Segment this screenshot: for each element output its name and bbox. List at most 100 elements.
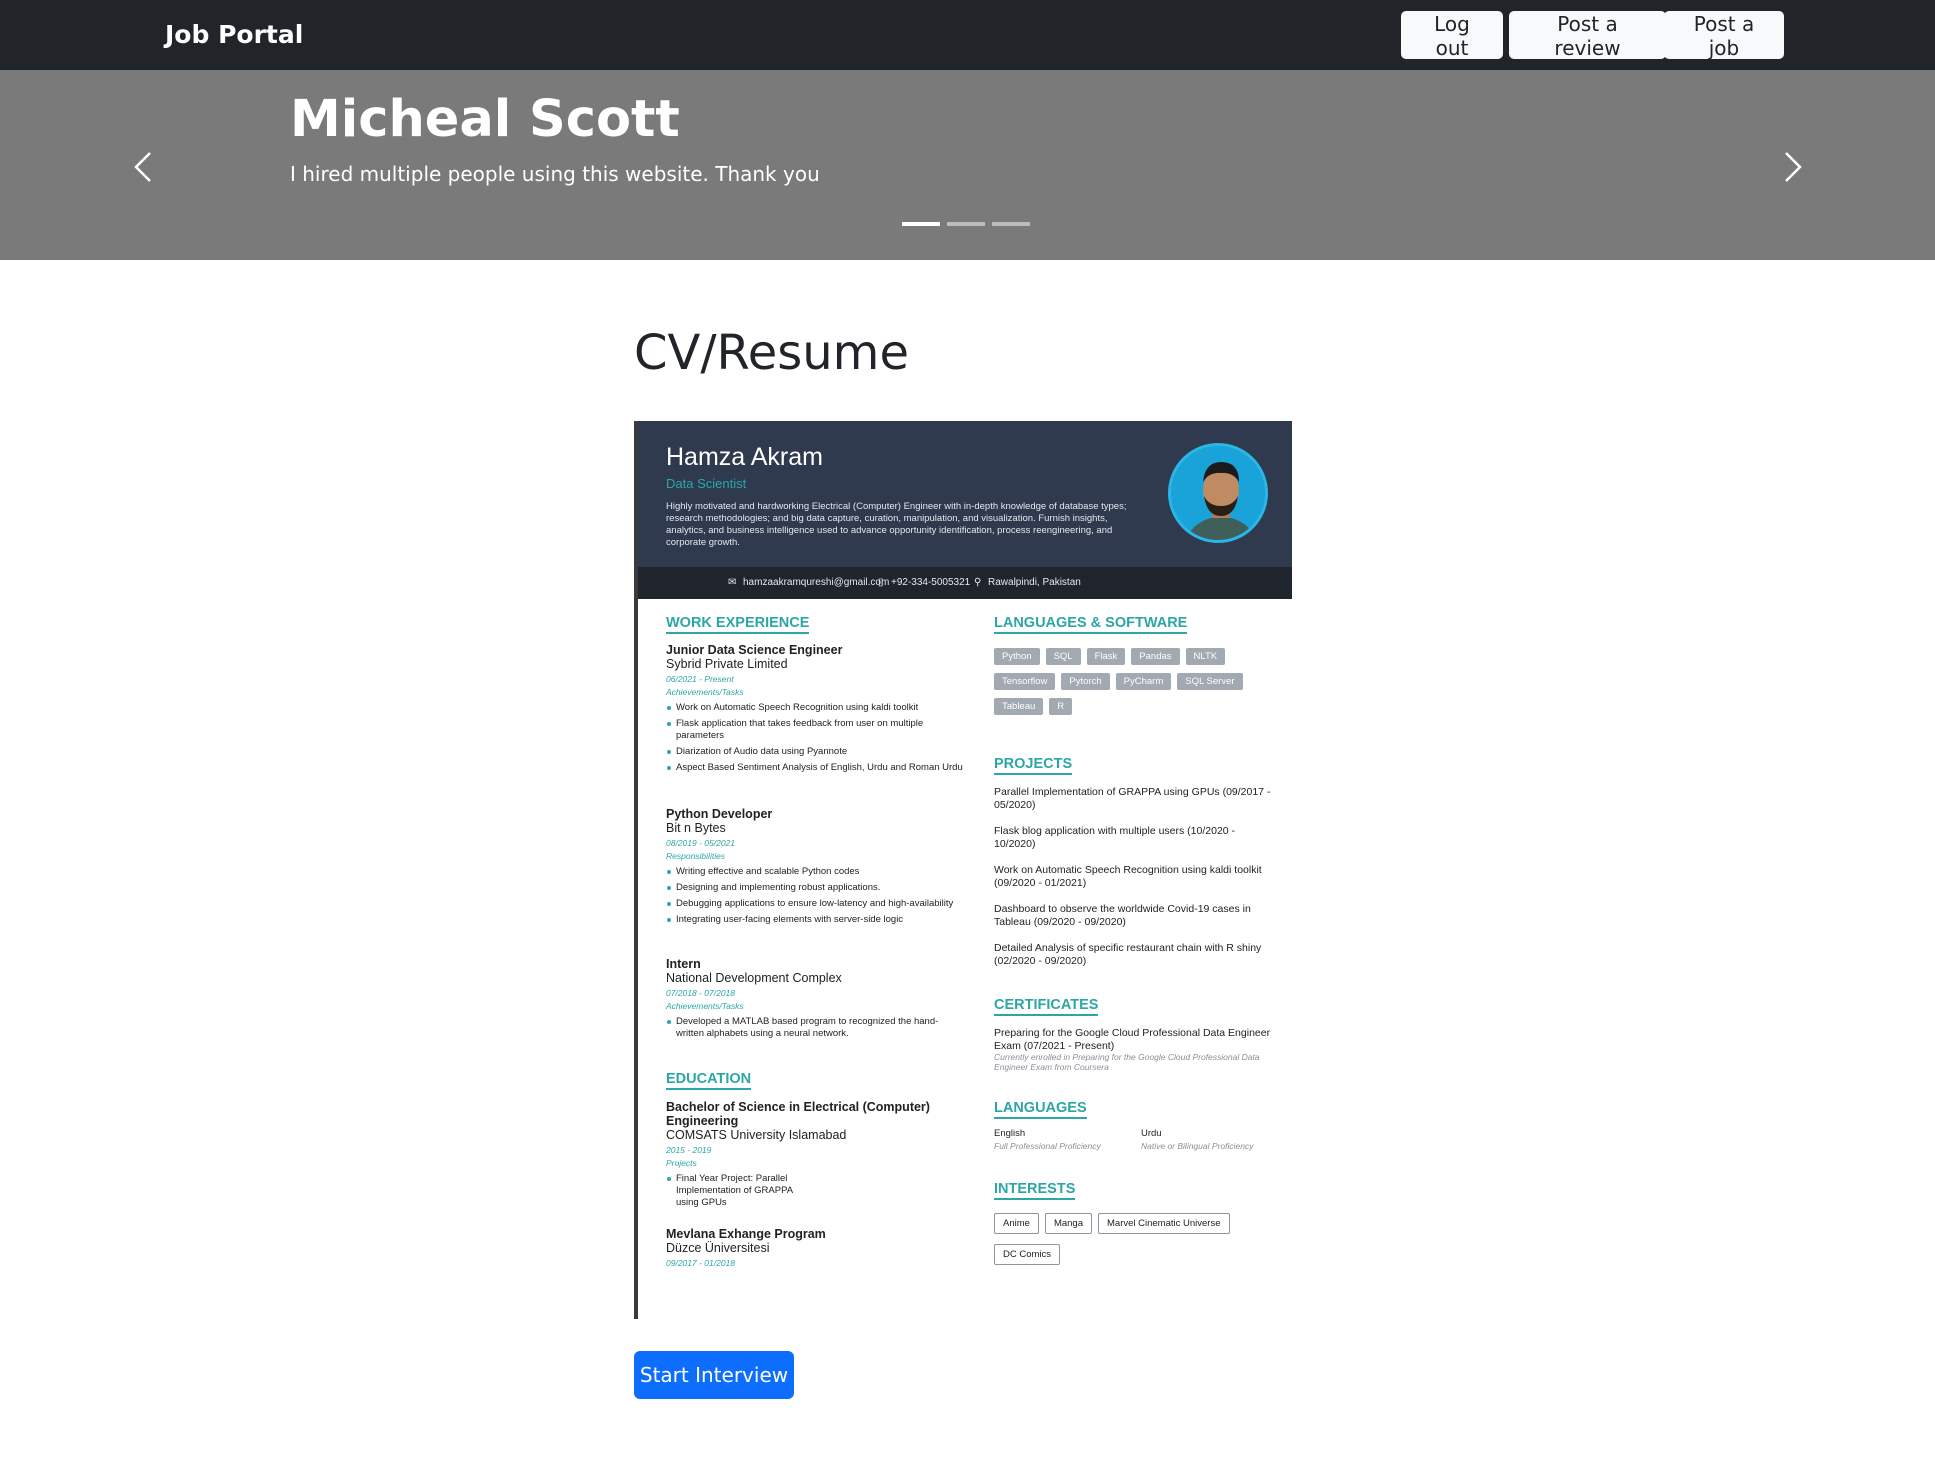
interest-tag: Anime <box>994 1213 1039 1234</box>
education-item: Mevlana Exhange Program Düzce Üniversite… <box>666 1227 966 1270</box>
job-bullet: Work on Automatic Speech Recognition usi… <box>666 702 966 714</box>
skill-tag: Tensorflow <box>994 673 1056 690</box>
carousel-indicator[interactable] <box>947 222 985 226</box>
interest-tag: Manga <box>1044 1213 1092 1234</box>
interest-tag: Marvel Cinematic Universe <box>1098 1213 1230 1234</box>
job-bullet: Integrating user-facing elements with se… <box>666 914 966 926</box>
skills-list: Python SQL Flask Pandas NLTK Tensorflow … <box>994 648 1274 715</box>
resume-image: Hamza Akram Data Scientist Highly motiva… <box>634 421 1292 1319</box>
section-projects: PROJECTS <box>994 756 1073 775</box>
chevron-right-icon[interactable] <box>1770 147 1810 187</box>
section-work-experience: WORK EXPERIENCE <box>666 615 810 634</box>
language-item: English Full Professional Proficiency <box>994 1128 1124 1151</box>
project-item: Flask blog application with multiple use… <box>994 825 1236 850</box>
section-certificates: CERTIFICATES <box>994 997 1099 1016</box>
education-item: Bachelor of Science in Electrical (Compu… <box>666 1100 966 1209</box>
job-title: Intern <box>666 957 701 971</box>
job-bullet: Flask application that takes feedback fr… <box>666 718 966 742</box>
job-bullet: Designing and implementing robust applic… <box>666 882 966 894</box>
section-interests: INTERESTS <box>994 1181 1076 1200</box>
project-item: Work on Automatic Speech Recognition usi… <box>994 864 1262 889</box>
interests-list: Anime Manga Marvel Cinematic Universe DC… <box>994 1213 1274 1265</box>
job-dates: 08/2019 - 05/2021 <box>666 838 736 848</box>
job-company: Bit n Bytes <box>666 821 726 835</box>
job-bullet: Writing effective and scalable Python co… <box>666 866 966 878</box>
section-languages-software: LANGUAGES & SOFTWARE <box>994 615 1188 634</box>
job-company: Sybrid Private Limited <box>666 657 788 671</box>
education-label: Projects <box>666 1158 697 1168</box>
job-bullet: Diarization of Audio data using Pyannote <box>666 746 966 758</box>
job-title: Python Developer <box>666 807 773 821</box>
skill-tag: SQL <box>1045 648 1081 665</box>
skill-tag: SQL Server <box>1177 673 1243 690</box>
job-bullet: Debugging applications to ensure low-lat… <box>666 898 966 910</box>
brand-logo[interactable]: Job Portal <box>165 20 303 49</box>
job-dates: 07/2018 - 07/2018 <box>666 988 736 998</box>
email-icon: ✉ <box>728 577 737 588</box>
job-bullet: Aspect Based Sentiment Analysis of Engli… <box>666 762 966 774</box>
carousel-indicators <box>902 222 1030 226</box>
resume-header: Hamza Akram Data Scientist Highly motiva… <box>638 421 1292 567</box>
start-interview-button[interactable]: Start Interview <box>634 1351 794 1399</box>
certificate-title: Preparing for the Google Cloud Professio… <box>994 1027 1271 1052</box>
review-carousel: Micheal Scott I hired multiple people us… <box>0 70 1935 260</box>
job-bullet: Developed a MATLAB based program to reco… <box>666 1016 966 1040</box>
skill-tag: Pandas <box>1131 648 1180 665</box>
school-name: COMSATS University Islamabad <box>666 1128 847 1142</box>
work-item: Intern National Development Complex 07/2… <box>666 957 966 1040</box>
work-item: Python Developer Bit n Bytes 08/2019 - 0… <box>666 807 966 926</box>
carousel-indicator[interactable] <box>902 222 940 226</box>
language-level: Full Professional Proficiency <box>994 1140 1101 1151</box>
education-dates: 2015 - 2019 <box>666 1145 712 1155</box>
phone-icon: ▯ <box>878 577 884 588</box>
logout-button[interactable]: Log out <box>1401 11 1503 60</box>
degree-title: Bachelor of Science in Electrical (Compu… <box>666 1100 930 1128</box>
skill-tag: NLTK <box>1185 648 1226 665</box>
reviewer-name: Micheal Scott <box>290 90 680 149</box>
skill-tag: R <box>1049 698 1073 715</box>
section-education: EDUCATION <box>666 1071 752 1090</box>
skill-tag: Pytorch <box>1061 673 1110 690</box>
language-level: Native or Bilingual Proficiency <box>1141 1140 1254 1151</box>
navbar: Job Portal Log out Post a review Post a … <box>0 0 1935 70</box>
post-review-button[interactable]: Post a review <box>1509 11 1666 60</box>
language-name: English <box>994 1128 1026 1139</box>
degree-title: Mevlana Exhange Program <box>666 1227 826 1241</box>
resume-summary: Highly motivated and hardworking Electri… <box>666 501 1127 548</box>
language-name: Urdu <box>1141 1128 1162 1139</box>
certificate-note: Currently enrolled in Preparing for the … <box>994 1052 1260 1072</box>
skill-tag: Python <box>994 648 1040 665</box>
job-dates: 06/2021 - Present <box>666 674 734 684</box>
job-label: Responsibilities <box>666 851 726 861</box>
resume-email: hamzaakramqureshi@gmail.com <box>743 577 890 588</box>
resume-role: Data Scientist <box>666 476 747 491</box>
job-title: Junior Data Science Engineer <box>666 643 843 657</box>
job-label: Achievements/Tasks <box>666 687 744 697</box>
skill-tag: PyCharm <box>1115 673 1172 690</box>
resume-location: Rawalpindi, Pakistan <box>988 577 1081 588</box>
project-item: Dashboard to observe the worldwide Covid… <box>994 903 1251 928</box>
resume-phone: +92-334-5005321 <box>891 577 971 588</box>
job-label: Achievements/Tasks <box>666 1001 744 1011</box>
project-item: Detailed Analysis of specific restaurant… <box>994 942 1262 967</box>
work-item: Junior Data Science Engineer Sybrid Priv… <box>666 643 966 774</box>
education-dates: 09/2017 - 01/2018 <box>666 1258 736 1268</box>
job-company: National Development Complex <box>666 971 842 985</box>
section-languages: LANGUAGES <box>994 1100 1087 1119</box>
certificate-item: Preparing for the Google Cloud Professio… <box>994 1027 1274 1072</box>
project-item: Parallel Implementation of GRAPPA using … <box>994 786 1271 811</box>
interest-tag: DC Comics <box>994 1244 1061 1265</box>
resume-photo <box>1168 443 1268 543</box>
carousel-indicator[interactable] <box>992 222 1030 226</box>
language-item: Urdu Native or Bilingual Proficiency <box>1141 1128 1281 1151</box>
chevron-left-icon[interactable] <box>126 147 166 187</box>
resume-contact-bar: ✉ hamzaakramqureshi@gmail.com ▯ +92-334-… <box>638 567 1292 599</box>
post-job-button[interactable]: Post a job <box>1664 11 1784 60</box>
page-title: CV/Resume <box>634 325 909 381</box>
review-text: I hired multiple people using this websi… <box>290 162 820 186</box>
education-bullet: Final Year Project: Parallel Implementat… <box>666 1173 816 1209</box>
resume-name: Hamza Akram <box>666 443 823 471</box>
location-pin-icon: ⚲ <box>974 577 982 588</box>
skill-tag: Flask <box>1086 648 1126 665</box>
school-name: Düzce Üniversitesi <box>666 1241 770 1255</box>
